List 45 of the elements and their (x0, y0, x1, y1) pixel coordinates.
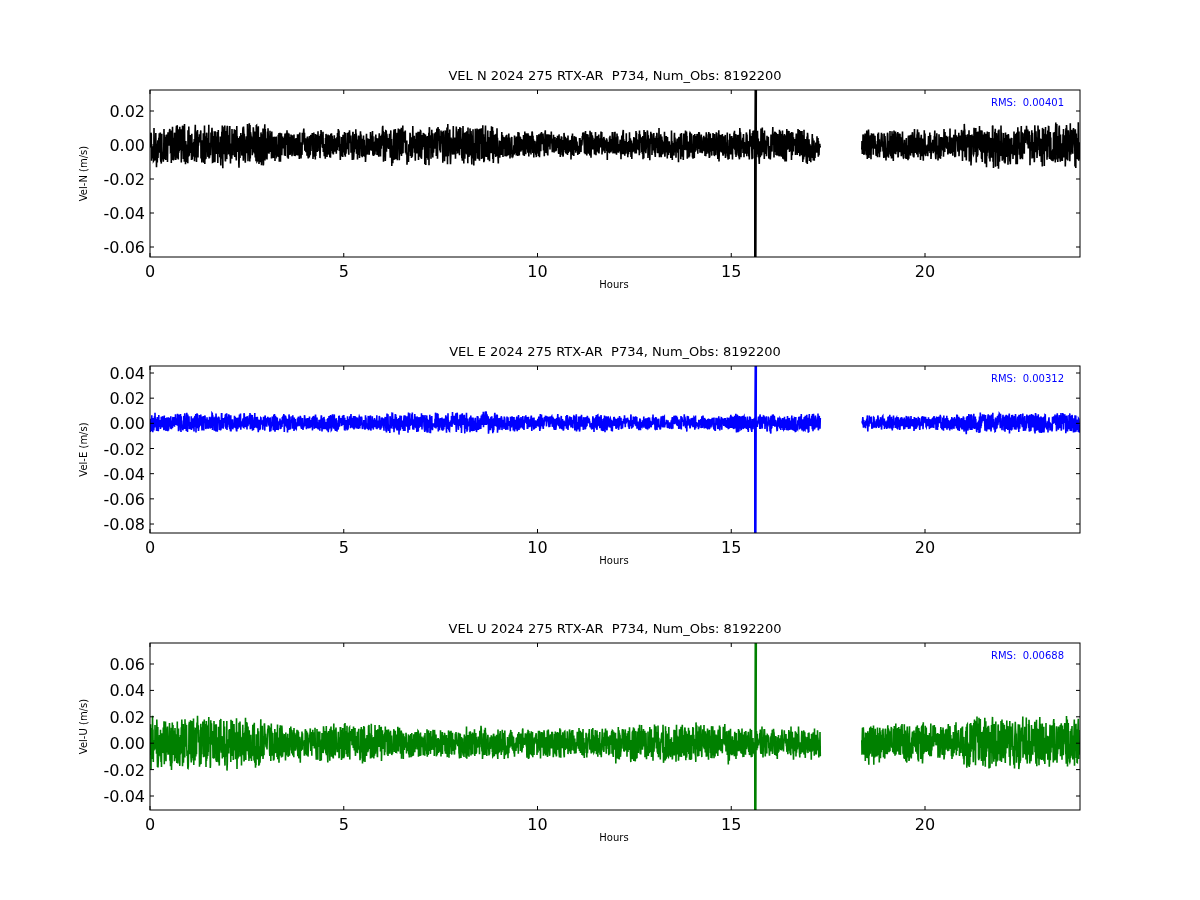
tick-label: 5 (338, 538, 349, 557)
axis-label: Vel-N (m/s) (78, 145, 89, 202)
tick-label: 20 (914, 815, 936, 834)
tick-label: 0.02 (109, 707, 145, 727)
axis-label: Hours (599, 832, 629, 843)
tick-label: 0.02 (109, 102, 145, 121)
tick-label: 5 (338, 262, 349, 281)
tick-label: -0.04 (103, 204, 145, 223)
tick-label: -0.04 (103, 787, 145, 806)
tick-label: 0.00 (109, 414, 145, 434)
tick-label: 10 (527, 815, 548, 834)
tick-label: 0.04 (109, 364, 145, 383)
tick-label: 20 (914, 538, 936, 557)
tick-label: -0.08 (103, 515, 145, 534)
tick-label: -0.02 (103, 760, 145, 780)
tick-label: -0.04 (103, 464, 145, 484)
tick-label: 0.04 (109, 681, 145, 701)
tick-label: 0.06 (109, 655, 145, 674)
tick-label: 15 (721, 262, 742, 281)
axis-label: Hours (599, 279, 629, 290)
axis-label: Vel-U (m/s) (78, 698, 89, 755)
tick-label: 15 (721, 815, 742, 834)
chart-title: VEL N 2024 275 RTX-AR P734, Num_Obs: 8192200 (448, 68, 782, 83)
chart-title: VEL E 2024 275 RTX-AR P734, Num_Obs: 8192200 (449, 344, 781, 359)
tick-label: 0 (144, 262, 156, 281)
tick-label: -0.02 (103, 439, 145, 459)
chart-title: VEL U 2024 275 RTX-AR P734, Num_Obs: 8192200 (448, 621, 782, 636)
tick-label: 0.00 (109, 136, 145, 155)
tick-label: 15 (721, 538, 742, 557)
tick-label: 0.00 (109, 734, 145, 754)
tick-label: 0.02 (109, 389, 145, 409)
tick-label: 20 (914, 262, 936, 281)
rms-label: RMS: 0.00688 (991, 650, 1064, 661)
axis-label: Hours (599, 555, 629, 566)
tick-label: -0.06 (103, 489, 145, 509)
tick-label: 5 (338, 815, 349, 834)
tick-label: 0 (144, 538, 156, 557)
tick-label: 0 (144, 815, 156, 834)
axis-label: Vel-E (m/s) (78, 422, 89, 477)
tick-label: -0.06 (103, 238, 145, 257)
tick-label: -0.02 (103, 170, 145, 189)
tick-label: 10 (527, 538, 548, 557)
tick-label: 10 (527, 262, 548, 281)
rms-label: RMS: 0.00401 (991, 97, 1064, 108)
rms-label: RMS: 0.00312 (991, 373, 1064, 384)
